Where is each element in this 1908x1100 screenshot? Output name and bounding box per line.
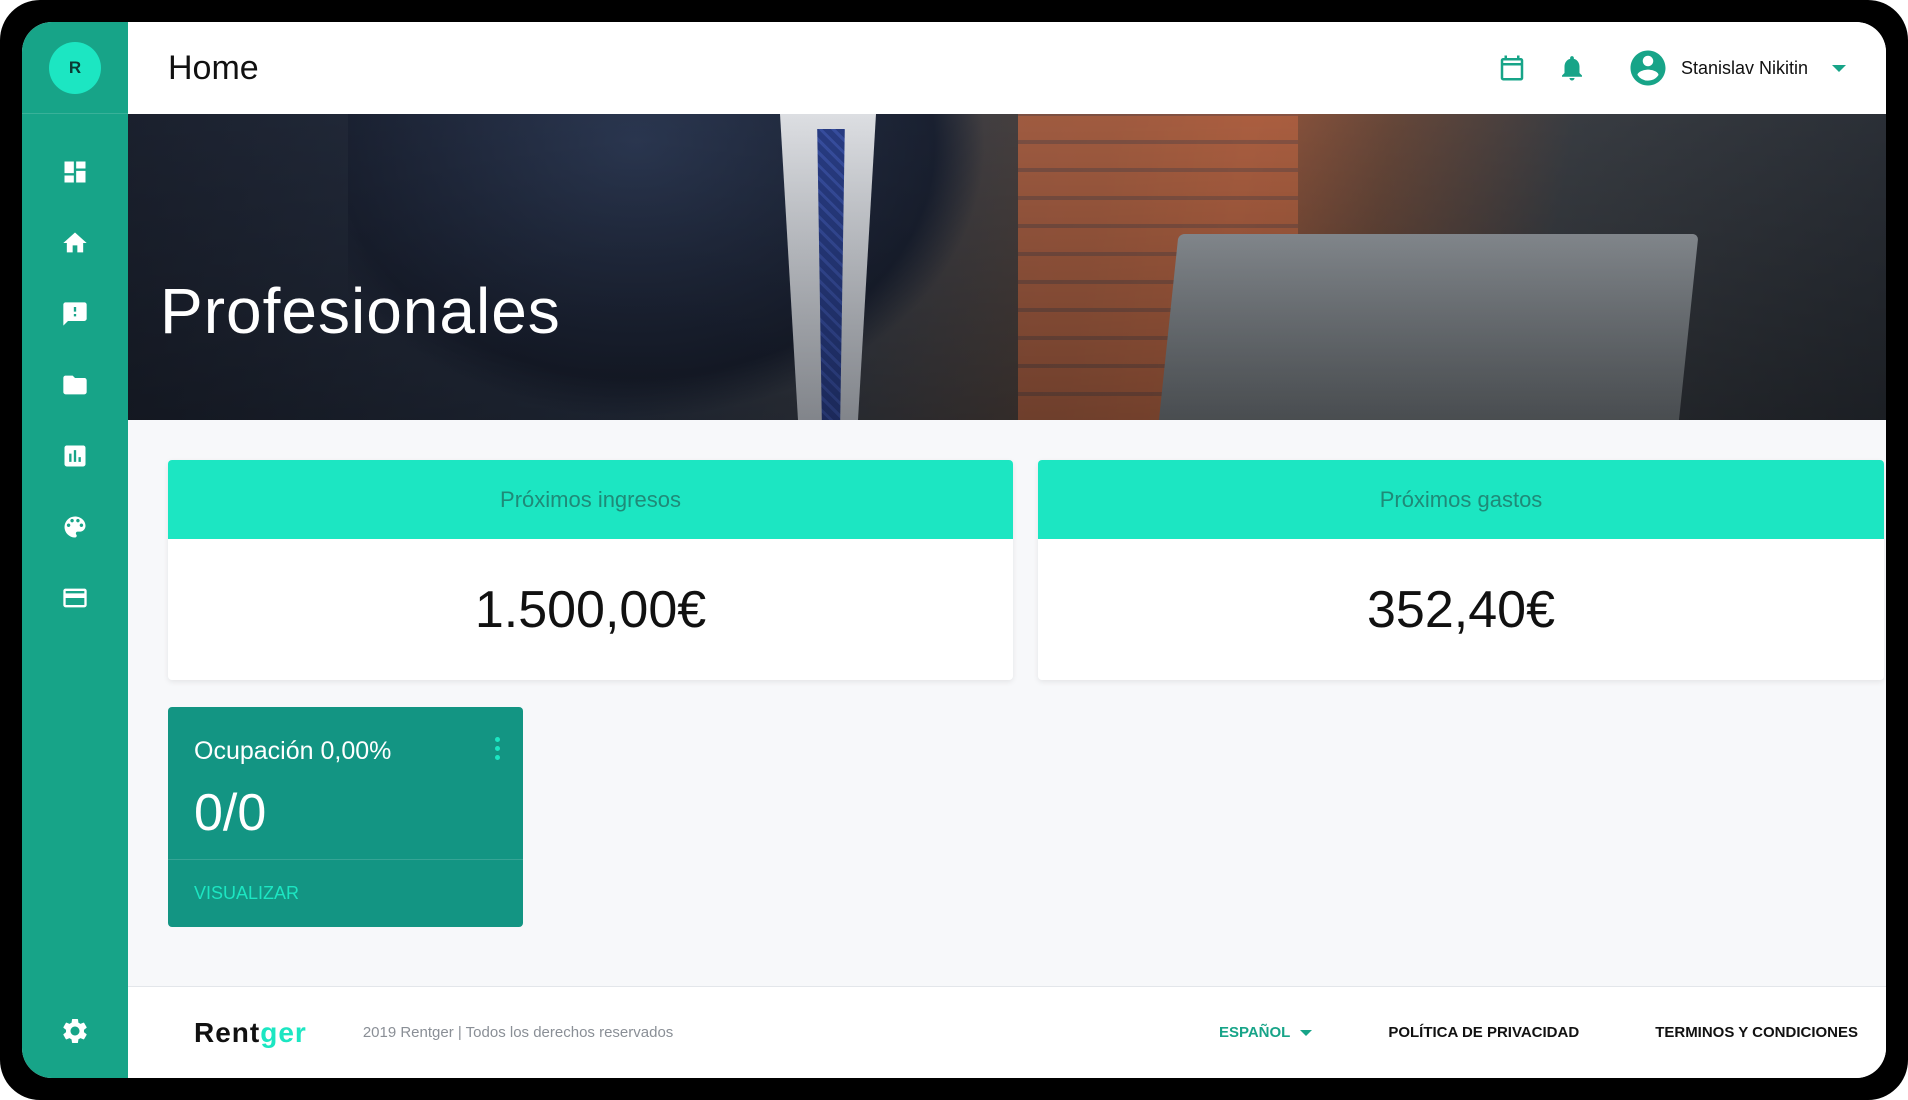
occupancy-divider bbox=[168, 859, 523, 860]
home-icon bbox=[63, 232, 87, 252]
device-frame: R Home Stanislav Nikitin Profesionales P… bbox=[0, 0, 1908, 1100]
folder-icon bbox=[63, 375, 87, 394]
privacy-link[interactable]: POLÍTICA DE PRIVACIDAD bbox=[1388, 1024, 1579, 1041]
dashboard-icon bbox=[64, 161, 86, 182]
credit-card-icon bbox=[63, 588, 87, 607]
sidebar-item-customization[interactable] bbox=[22, 491, 128, 562]
user-menu[interactable]: Stanislav Nikitin bbox=[1627, 47, 1846, 89]
chart-icon bbox=[64, 445, 86, 466]
header-actions: Stanislav Nikitin bbox=[1497, 47, 1846, 89]
user-avatar-icon bbox=[1627, 47, 1669, 89]
chevron-down-icon bbox=[1300, 1029, 1313, 1036]
copyright-text: 2019 Rentger | Todos los derechos reserv… bbox=[362, 1024, 674, 1041]
sidebar-item-reports[interactable] bbox=[22, 420, 128, 491]
calendar-icon[interactable] bbox=[1497, 53, 1527, 83]
sidebar-item-documents[interactable] bbox=[22, 349, 128, 420]
org-avatar[interactable]: R bbox=[49, 41, 101, 94]
gear-icon bbox=[63, 1018, 87, 1043]
sidebar-nav bbox=[22, 136, 128, 633]
income-card-value: 1.500,00€ bbox=[474, 580, 707, 639]
terms-link[interactable]: TERMINOS Y CONDICIONES bbox=[1655, 1024, 1858, 1041]
sidebar-item-payments[interactable] bbox=[22, 562, 128, 633]
hero-overlay bbox=[128, 114, 1886, 420]
logo-part-1: Rent bbox=[194, 1016, 261, 1048]
more-vert-icon[interactable] bbox=[495, 737, 501, 761]
expenses-card-label: Próximos gastos bbox=[1038, 460, 1884, 539]
hero-title: Profesionales bbox=[160, 275, 561, 347]
sidebar: R bbox=[22, 22, 128, 1078]
feedback-icon bbox=[63, 301, 87, 326]
income-card: Próximos ingresos 1.500,00€ bbox=[168, 460, 1013, 680]
occupancy-title: Ocupación 0,00% bbox=[194, 737, 392, 765]
income-card-label: Próximos ingresos bbox=[168, 460, 1013, 539]
occupancy-value: 0/0 bbox=[194, 784, 267, 842]
sidebar-top: R bbox=[22, 22, 128, 114]
visualize-button[interactable]: VISUALIZAR bbox=[194, 883, 299, 904]
footer: Rentger 2019 Rentger | Todos los derecho… bbox=[128, 986, 1886, 1078]
footer-links: ESPAÑOL POLÍTICA DE PRIVACIDAD TERMINOS … bbox=[1219, 1024, 1858, 1041]
expenses-card: Próximos gastos 352,40€ bbox=[1038, 460, 1884, 680]
sidebar-item-dashboard[interactable] bbox=[22, 136, 128, 207]
top-header: Home Stanislav Nikitin bbox=[128, 22, 1886, 114]
hero-banner: Profesionales bbox=[128, 114, 1886, 420]
rentger-logo[interactable]: Rentger bbox=[194, 1017, 307, 1049]
sidebar-item-incidents[interactable] bbox=[22, 278, 128, 349]
sidebar-item-home[interactable] bbox=[22, 207, 128, 278]
bell-icon[interactable] bbox=[1557, 53, 1587, 83]
expenses-card-value: 352,40€ bbox=[1367, 580, 1555, 639]
palette-icon bbox=[64, 516, 86, 537]
language-label: ESPAÑOL bbox=[1218, 1024, 1291, 1041]
occupancy-card: Ocupación 0,00% 0/0 VISUALIZAR bbox=[168, 707, 523, 927]
user-name: Stanislav Nikitin bbox=[1680, 57, 1808, 78]
chevron-down-icon bbox=[1832, 64, 1846, 72]
logo-part-2: ger bbox=[260, 1016, 307, 1048]
language-select[interactable]: ESPAÑOL bbox=[1218, 1024, 1313, 1041]
app-screen: R Home Stanislav Nikitin Profesionales P… bbox=[22, 22, 1886, 1078]
page-title: Home bbox=[168, 48, 259, 87]
settings-button[interactable] bbox=[22, 1006, 128, 1056]
